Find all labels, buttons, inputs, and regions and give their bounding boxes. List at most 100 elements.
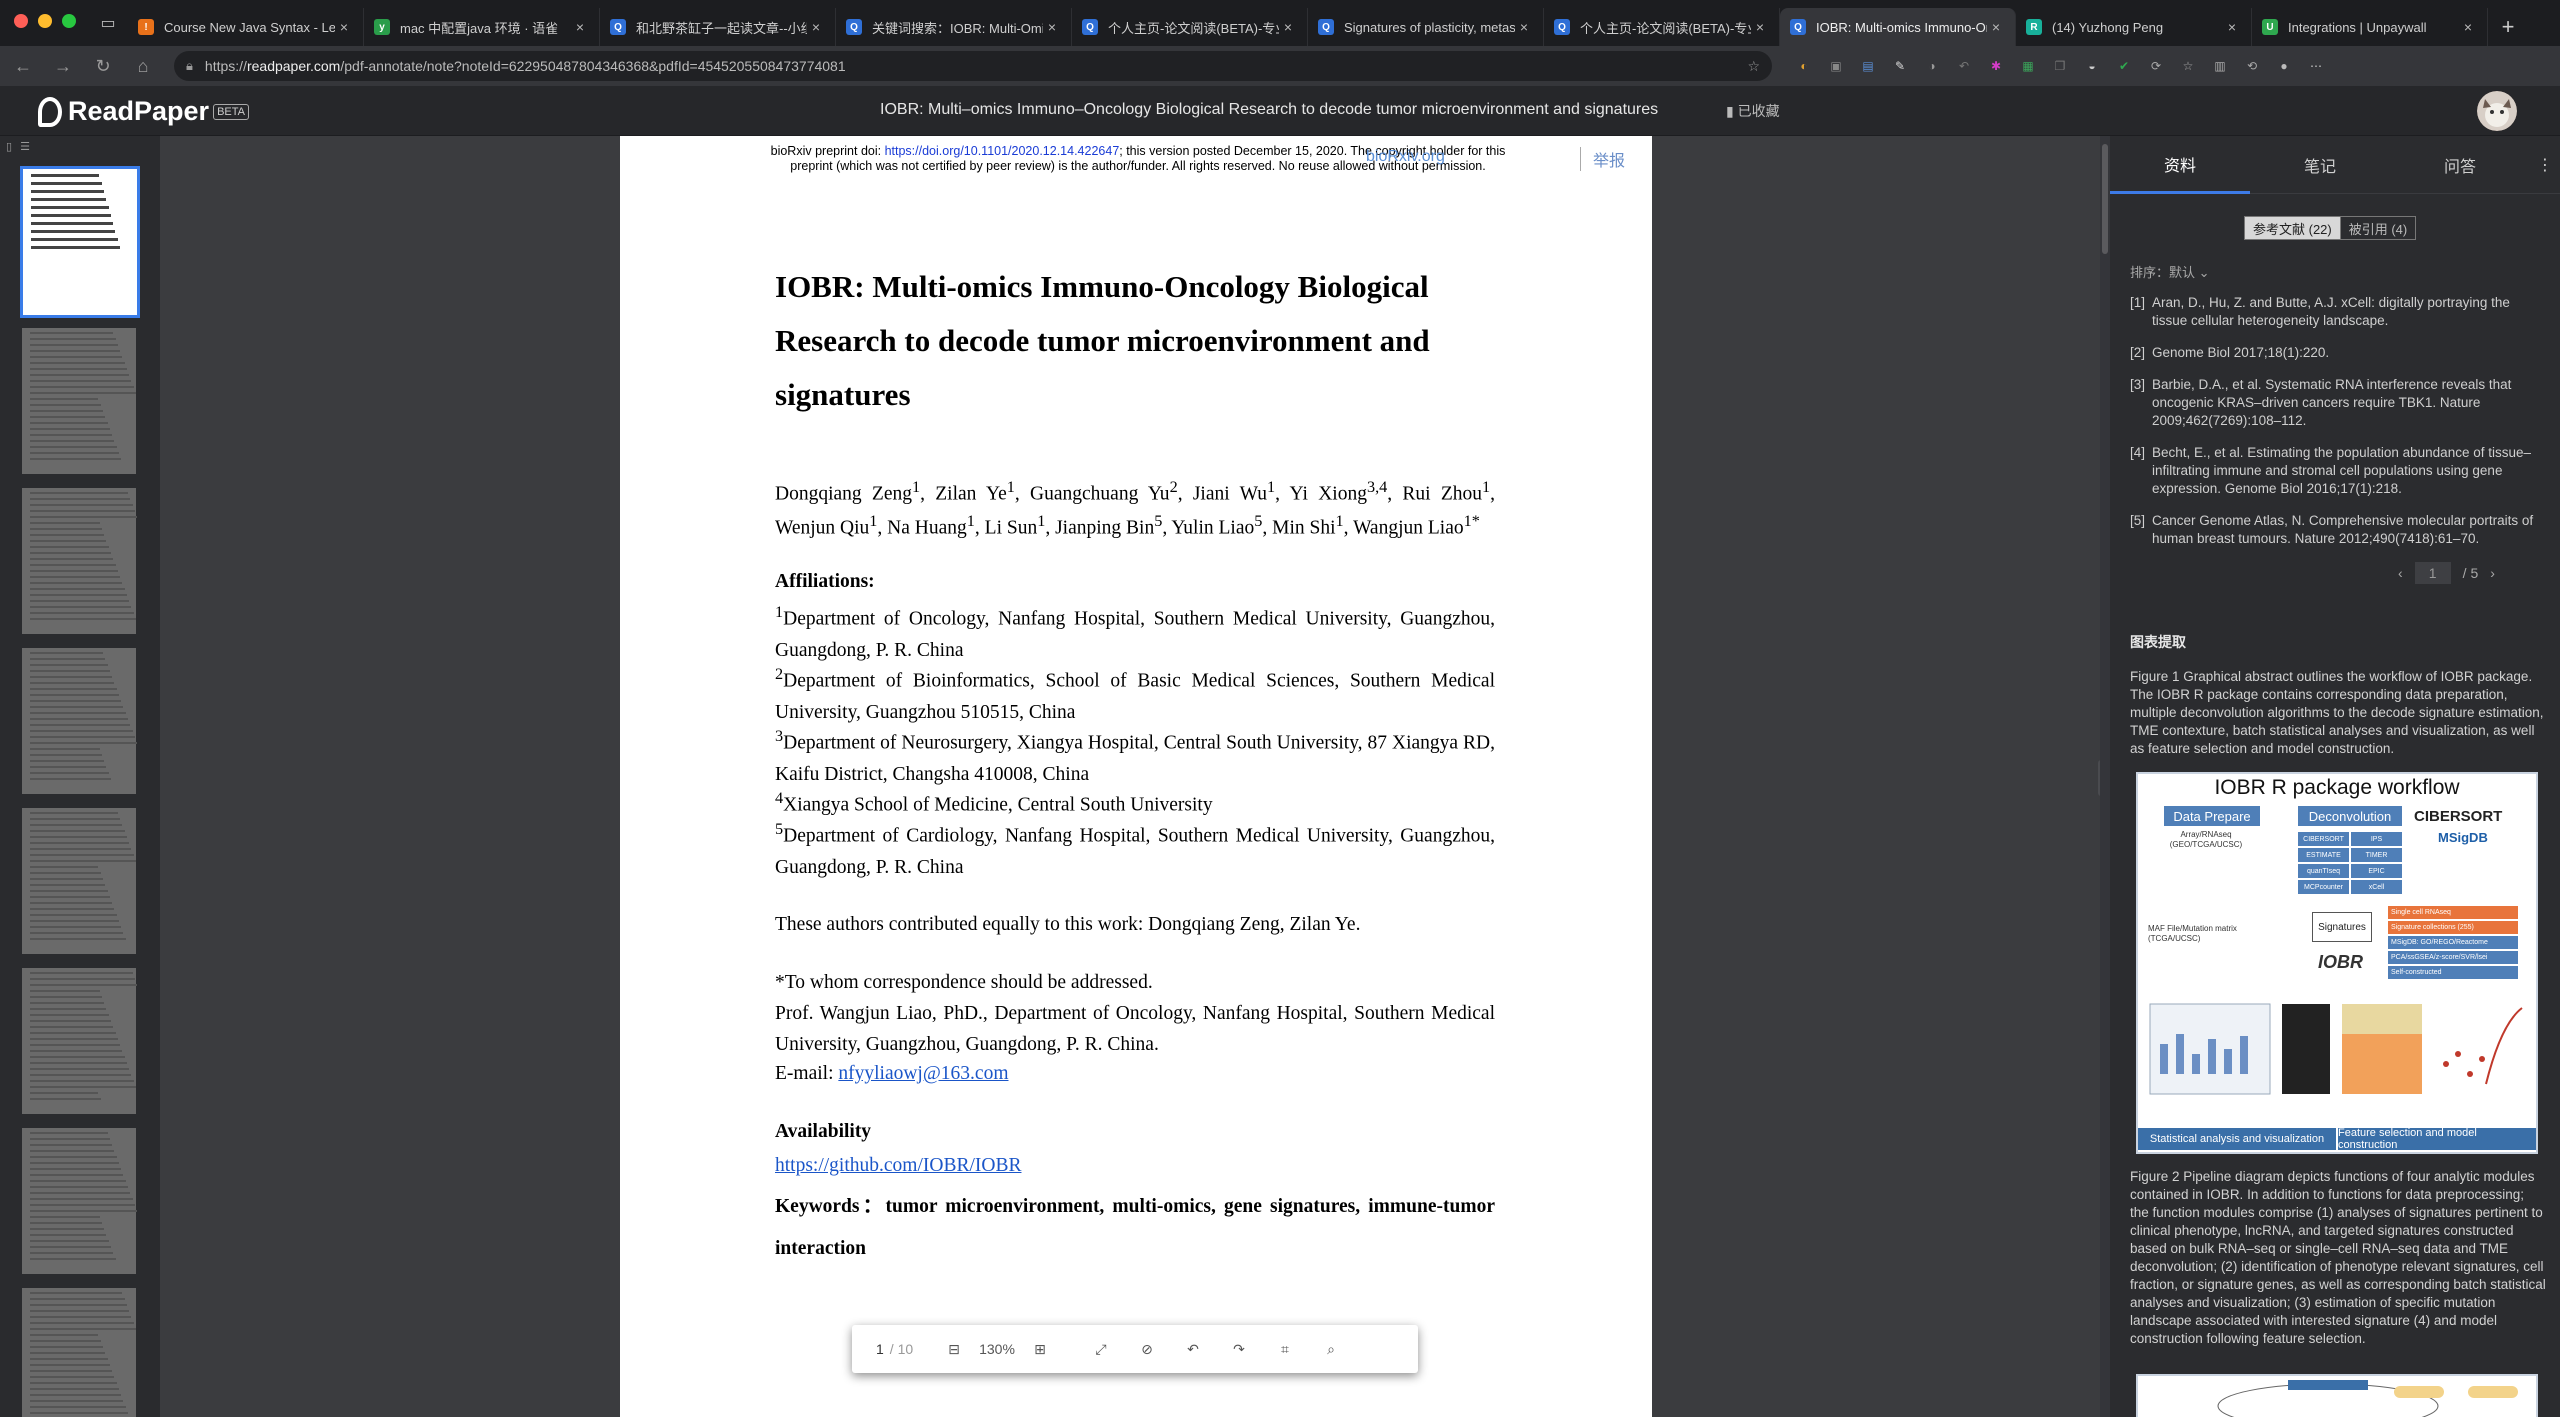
undo-icon[interactable]: ↶	[1170, 1325, 1216, 1373]
browser-tab[interactable]: ! Course New Java Syntax - Lev ×	[128, 8, 364, 46]
page-thumbnail[interactable]	[22, 648, 138, 794]
tab-close-icon[interactable]: ×	[807, 19, 825, 35]
tab-close-icon[interactable]: ×	[1043, 19, 1061, 35]
crop-icon[interactable]: ⌗	[1262, 1325, 1308, 1373]
browser-tab[interactable]: Q Signatures of plasticity, metas ×	[1308, 8, 1544, 46]
browser-tab[interactable]: Q 和北野茶缸子一起读文章--小组 ×	[600, 8, 836, 46]
back-icon[interactable]: ←	[6, 49, 40, 83]
tab-actions-icon[interactable]: ▭	[88, 0, 128, 46]
puzzle-color-icon[interactable]: ✱	[1986, 56, 2006, 76]
references-tab[interactable]: 参考文献 (22)	[2244, 216, 2341, 240]
page-thumbnail[interactable]	[22, 968, 138, 1114]
browser-tab[interactable]: Q IOBR: Multi-omics Immuno-On ×	[1780, 8, 2016, 46]
thumbnail-text-line	[30, 706, 124, 708]
page-thumbnail[interactable]	[22, 1288, 137, 1417]
favorite-button[interactable]: ▮ 已收藏	[1726, 101, 1780, 121]
tab-close-icon[interactable]: ×	[2223, 19, 2241, 35]
tab-close-icon[interactable]: ×	[1751, 19, 1769, 35]
doc-icon[interactable]: ▤	[1858, 56, 1878, 76]
maximize-window-button[interactable]	[62, 14, 76, 28]
copy-icon[interactable]: ❐	[2050, 56, 2070, 76]
browser-tab[interactable]: Q 个人主页-论文阅读(BETA)-专业 ×	[1072, 8, 1308, 46]
search-icon[interactable]: ⌕	[1308, 1325, 1354, 1373]
page-thumbnail[interactable]	[22, 1128, 138, 1274]
zoom-in-icon[interactable]: ⊞	[1022, 1325, 1058, 1373]
prev-page-icon[interactable]: ‹	[2398, 565, 2403, 581]
next-page-icon[interactable]: ›	[2490, 565, 2495, 581]
undo-icon[interactable]: ↶	[1954, 56, 1974, 76]
home-icon[interactable]: ⌂	[126, 49, 160, 83]
image-icon[interactable]: ▣	[1826, 56, 1846, 76]
page-thumbnail[interactable]	[20, 166, 140, 318]
forward-icon[interactable]: →	[46, 49, 80, 83]
reference-item[interactable]: [2] Genome Biol 2017;18(1):220.	[2130, 344, 2546, 362]
browser-tab[interactable]: R (14) Yuzhong Peng ×	[2016, 8, 2252, 46]
sort-select[interactable]: 默认 ⌄	[2169, 265, 2210, 280]
tab-materials[interactable]: 资料	[2110, 136, 2250, 194]
profile-icon[interactable]: ●	[2274, 56, 2294, 76]
dark-icon[interactable]: ◑	[1922, 56, 1942, 76]
browser-tab[interactable]: y mac 中配置java 环境 · 语雀 ×	[364, 8, 600, 46]
tab-close-icon[interactable]: ×	[1515, 19, 1533, 35]
thumbnail-text-line	[30, 1210, 138, 1212]
tab-qa[interactable]: 问答	[2390, 136, 2530, 194]
more-icon[interactable]: ⋯	[2306, 56, 2326, 76]
reference-item[interactable]: [5] Cancer Genome Atlas, N. Comprehensive…	[2130, 512, 2546, 548]
zoom-level[interactable]: 130%	[972, 1325, 1022, 1373]
figure-1-image[interactable]: IOBR R package workflow Data Prepare Dec…	[2136, 772, 2538, 1154]
hide-annotations-icon[interactable]: ⊘	[1124, 1325, 1170, 1373]
user-avatar[interactable]	[2477, 91, 2517, 131]
bookmark-star-icon[interactable]: ☆	[1747, 58, 1760, 75]
tab-notes[interactable]: 笔记	[2250, 136, 2390, 194]
browser-tab[interactable]: Q 关键词搜索：IOBR: Multi-Omi ×	[836, 8, 1072, 46]
thumbnails-view-icon[interactable]: ▯	[6, 140, 12, 153]
biorxiv-link[interactable]: bioRxiv.org	[1366, 148, 1445, 166]
scroll-thumb[interactable]	[2102, 144, 2108, 254]
github-link[interactable]: https://github.com/IOBR/IOBR	[775, 1155, 1021, 1176]
fullscreen-icon[interactable]: ⤢	[1078, 1325, 1124, 1373]
readpaper-logo[interactable]: ReadPaper BETA	[38, 96, 249, 127]
new-tab-button[interactable]: +	[2488, 8, 2528, 46]
email-link[interactable]: nfyyliaowj@163.com	[838, 1063, 1008, 1084]
reference-item[interactable]: [1] Aran, D., Hu, Z. and Butte, A.J. xCel…	[2130, 294, 2546, 330]
tab-close-icon[interactable]: ×	[1279, 19, 1297, 35]
close-window-button[interactable]	[14, 14, 28, 28]
refresh-icon[interactable]: ⟳	[2146, 56, 2166, 76]
tab-close-icon[interactable]: ×	[571, 19, 589, 35]
tab-close-icon[interactable]: ×	[2459, 19, 2477, 35]
reference-item[interactable]: [3] Barbie, D.A., et al. Systematic RNA i…	[2130, 376, 2546, 430]
doi-link[interactable]: https://doi.org/10.1101/2020.12.14.42264…	[885, 144, 1120, 158]
pen-icon[interactable]: ✎	[1890, 56, 1910, 76]
sheet-icon[interactable]: ▦	[2018, 56, 2038, 76]
reload-icon[interactable]: ↻	[86, 49, 120, 83]
report-button[interactable]: 举报	[1580, 147, 1625, 171]
palette-icon[interactable]: ◐	[1794, 56, 1814, 76]
page-indicator[interactable]: 1 / 10	[876, 1325, 936, 1373]
address-bar[interactable]: 🔒︎ https://readpaper.com/pdf-annotate/no…	[174, 51, 1772, 81]
star-list-icon[interactable]: ☆	[2178, 56, 2198, 76]
page-thumbnail[interactable]	[22, 808, 137, 954]
more-icon[interactable]: ⋮	[2530, 136, 2560, 194]
minimize-window-button[interactable]	[38, 14, 52, 28]
browser-tab[interactable]: Q 个人主页-论文阅读(BETA)-专业 ×	[1544, 8, 1780, 46]
redo-icon[interactable]: ↷	[1216, 1325, 1262, 1373]
tab-close-icon[interactable]: ×	[335, 19, 353, 35]
page-thumbnail[interactable]	[22, 328, 137, 474]
history-icon[interactable]: ⟲	[2242, 56, 2262, 76]
check-icon[interactable]: ✔	[2114, 56, 2134, 76]
pager-input[interactable]: 1	[2414, 562, 2451, 584]
sidebar-view-toggle: ▯ ☰	[0, 136, 160, 156]
document-title: IOBR: Multi–omics Immuno–Oncology Biolog…	[880, 101, 1659, 118]
page-thumbnail[interactable]	[22, 488, 138, 634]
tab-close-icon[interactable]: ×	[1987, 19, 2005, 35]
zoom-out-icon[interactable]: ⊟	[936, 1325, 972, 1373]
collections-icon[interactable]: ▥	[2210, 56, 2230, 76]
viewer-scrollbar[interactable]	[2100, 136, 2110, 1417]
browser-tab[interactable]: U Integrations | Unpaywall ×	[2252, 8, 2488, 46]
thumbnail-text-line	[30, 392, 137, 394]
reference-item[interactable]: [4] Becht, E., et al. Estimating the popu…	[2130, 444, 2546, 498]
figure-2-image[interactable]	[2136, 1374, 2538, 1417]
cited-by-tab[interactable]: 被引用 (4)	[2340, 216, 2417, 240]
outline-view-icon[interactable]: ☰	[20, 140, 30, 153]
edge-icon[interactable]: ◒	[2082, 56, 2102, 76]
